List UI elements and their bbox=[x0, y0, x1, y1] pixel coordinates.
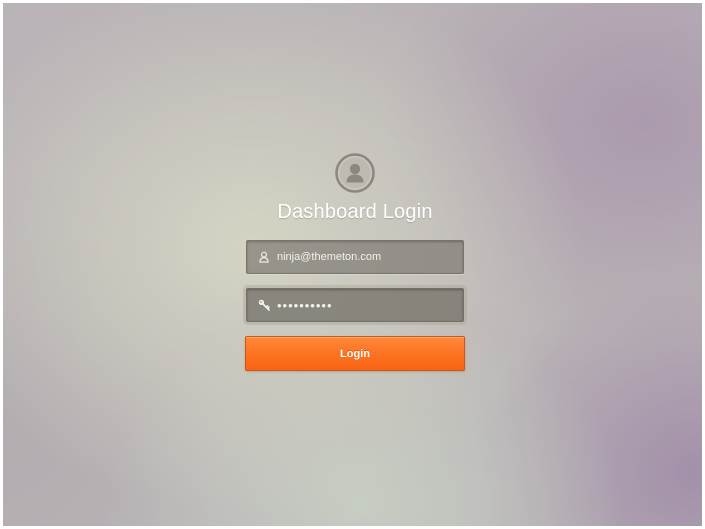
page-title: Dashboard Login bbox=[277, 201, 433, 223]
email-field-container bbox=[246, 240, 464, 274]
key-icon bbox=[258, 299, 270, 311]
login-button[interactable]: Login bbox=[245, 336, 465, 371]
email-field[interactable] bbox=[277, 241, 457, 273]
login-screen: Dashboard Login Login bbox=[0, 0, 705, 529]
user-icon bbox=[259, 251, 269, 263]
password-field-container bbox=[246, 288, 464, 322]
password-field[interactable] bbox=[277, 289, 457, 321]
login-panel: Dashboard Login Login bbox=[243, 153, 467, 371]
user-avatar-icon bbox=[335, 153, 375, 193]
